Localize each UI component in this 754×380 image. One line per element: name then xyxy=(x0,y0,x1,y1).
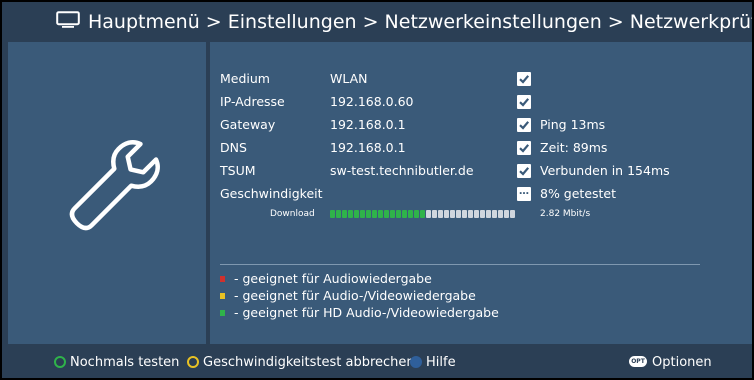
row-status: 8% getestet xyxy=(540,186,617,201)
yellow-swatch-icon xyxy=(220,292,225,299)
download-label: Download xyxy=(270,209,315,219)
progress-segment-filled xyxy=(366,210,371,218)
progress-segment-empty xyxy=(504,210,509,218)
progress-segment-filled xyxy=(384,210,389,218)
checkmark-icon xyxy=(517,118,531,132)
row-value: 192.168.0.60 xyxy=(330,94,414,109)
progress-segment-empty xyxy=(432,210,437,218)
info-row-dns: DNS 192.168.0.1 Zeit: 89ms xyxy=(210,137,752,159)
row-status: Ping 13ms xyxy=(540,117,606,132)
progress-segment-empty xyxy=(498,210,503,218)
progress-segment-filled xyxy=(354,210,359,218)
wrench-icon xyxy=(69,140,160,231)
row-label: Medium xyxy=(220,71,270,86)
green-swatch-icon xyxy=(220,309,225,316)
header: Hauptmenü > Einstellungen > Netzwerkeins… xyxy=(2,2,752,42)
help-label: Hilfe xyxy=(426,355,456,370)
progress-segment-filled xyxy=(390,210,395,218)
screen: Hauptmenü > Einstellungen > Netzwerkeins… xyxy=(2,2,752,378)
row-label: TSUM xyxy=(220,163,256,178)
progress-segment-empty xyxy=(462,210,467,218)
options-label: Optionen xyxy=(652,355,712,370)
progress-segment-filled xyxy=(336,210,341,218)
progress-segment-filled xyxy=(372,210,377,218)
download-speed: 2.82 Mbit/s xyxy=(540,209,591,219)
help-button[interactable]: Hilfe xyxy=(410,348,456,378)
legend-text: - geeignet für Audio-/Videowiedergabe xyxy=(234,288,476,303)
progress-segment-empty xyxy=(492,210,497,218)
info-row-medium: Medium WLAN xyxy=(210,68,752,90)
progress-segment-filled xyxy=(396,210,401,218)
yellow-button-icon xyxy=(187,355,199,368)
row-label: Geschwindigkeit xyxy=(220,186,323,201)
checkmark-icon xyxy=(517,95,531,109)
progress-segment-filled xyxy=(420,210,425,218)
row-status: Zeit: 89ms xyxy=(540,140,608,155)
legend-text: - geeignet für Audiowiedergabe xyxy=(234,271,432,286)
row-value: WLAN xyxy=(330,71,368,86)
green-button-icon xyxy=(54,355,66,368)
download-row: Download 2.82 Mbit/s xyxy=(210,206,752,222)
retest-button[interactable]: Nochmals testen xyxy=(54,348,179,378)
progress-segment-empty xyxy=(480,210,485,218)
tv-icon xyxy=(56,11,80,28)
legend-text: - geeignet für HD Audio-/Videowiedergabe xyxy=(234,305,499,320)
main-panel: Medium WLAN IP-Adresse 192.168.0.60 Gate… xyxy=(210,42,752,344)
row-value: sw-test.technibutler.de xyxy=(330,163,474,178)
retest-label: Nochmals testen xyxy=(70,355,180,370)
progress-segment-filled xyxy=(360,210,365,218)
checkmark-icon xyxy=(517,141,531,155)
progress-segment-filled xyxy=(408,210,413,218)
progress-segment-empty xyxy=(426,210,431,218)
progress-segment-empty xyxy=(444,210,449,218)
progress-segment-filled xyxy=(348,210,353,218)
legend-item-hd-video: - geeignet für HD Audio-/Videowiedergabe xyxy=(220,304,499,322)
row-value: 192.168.0.1 xyxy=(330,117,406,132)
row-label: Gateway xyxy=(220,117,276,132)
info-row-gateway: Gateway 192.168.0.1 Ping 13ms xyxy=(210,114,752,136)
download-progress-bar xyxy=(330,210,515,218)
row-label: IP-Adresse xyxy=(220,94,285,109)
breadcrumb: Hauptmenü > Einstellungen > Netzwerkeins… xyxy=(88,11,752,33)
red-swatch-icon xyxy=(220,275,225,282)
divider xyxy=(220,264,700,265)
progress-segment-empty xyxy=(438,210,443,218)
progress-segment-filled xyxy=(402,210,407,218)
info-row-tsum: TSUM sw-test.technibutler.de Verbunden i… xyxy=(210,160,752,182)
cancel-speedtest-label: Geschwindigkeitstest abbrechen xyxy=(203,355,415,370)
blue-button-icon xyxy=(410,355,422,368)
legend-item-audio: - geeignet für Audiowiedergabe xyxy=(220,270,432,288)
progress-segment-empty xyxy=(486,210,491,218)
progress-segment-filled xyxy=(342,210,347,218)
left-panel xyxy=(8,42,206,344)
row-label: DNS xyxy=(220,140,247,155)
opt-icon: OPT xyxy=(629,356,647,367)
progress-segment-empty xyxy=(510,210,515,218)
progress-segment-empty xyxy=(474,210,479,218)
footer: Nochmals testen Geschwindigkeitstest abb… xyxy=(2,348,752,378)
progress-segment-filled xyxy=(414,210,419,218)
progress-segment-empty xyxy=(450,210,455,218)
options-button[interactable]: OPT Optionen xyxy=(629,348,712,378)
progress-dots-icon: … xyxy=(517,187,531,201)
progress-segment-filled xyxy=(330,210,335,218)
row-value: 192.168.0.1 xyxy=(330,140,406,155)
legend-item-video: - geeignet für Audio-/Videowiedergabe xyxy=(220,287,476,305)
cancel-speedtest-button[interactable]: Geschwindigkeitstest abbrechen xyxy=(187,348,415,378)
progress-segment-empty xyxy=(468,210,473,218)
checkmark-icon xyxy=(517,164,531,178)
progress-segment-filled xyxy=(378,210,383,218)
info-row-speed: Geschwindigkeit … 8% getestet xyxy=(210,183,752,205)
info-row-ip: IP-Adresse 192.168.0.60 xyxy=(210,91,752,113)
row-status: Verbunden in 154ms xyxy=(540,163,670,178)
progress-segment-empty xyxy=(456,210,461,218)
checkmark-icon xyxy=(517,72,531,86)
